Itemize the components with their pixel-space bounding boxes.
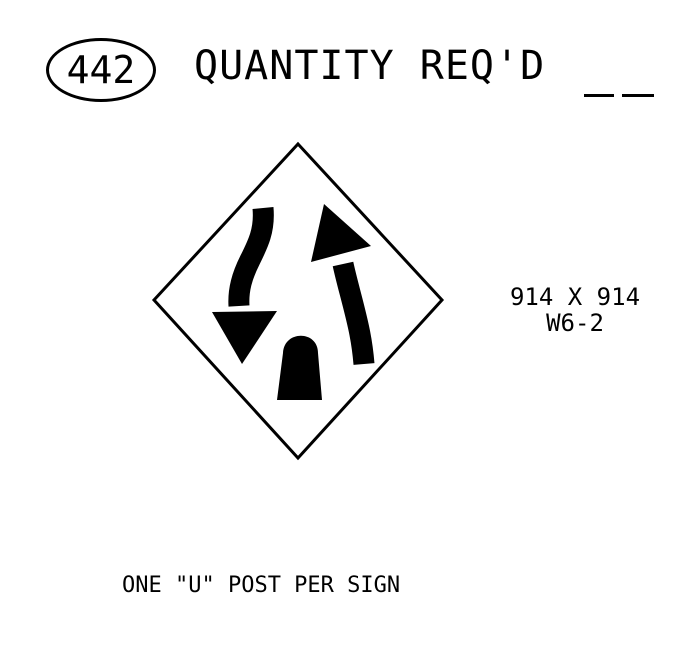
sign-size-block: 914 X 914 W6-2 (490, 284, 660, 336)
post-note: ONE "U" POST PER SIGN (122, 573, 401, 598)
sign-number: 442 (66, 48, 136, 92)
header: 442 QUANTITY REQ'D (46, 38, 666, 108)
sign-diamond-outline (151, 141, 445, 461)
quantity-blank-1 (584, 94, 614, 97)
sign-size: 914 X 914 (509, 283, 641, 311)
quantity-label: QUANTITY REQ'D (194, 43, 546, 89)
sign-number-badge: 442 (46, 38, 156, 102)
quantity-blank-2 (622, 94, 654, 97)
sign-code: W6-2 (546, 309, 604, 337)
divided-highway-ends-sign (151, 141, 445, 461)
